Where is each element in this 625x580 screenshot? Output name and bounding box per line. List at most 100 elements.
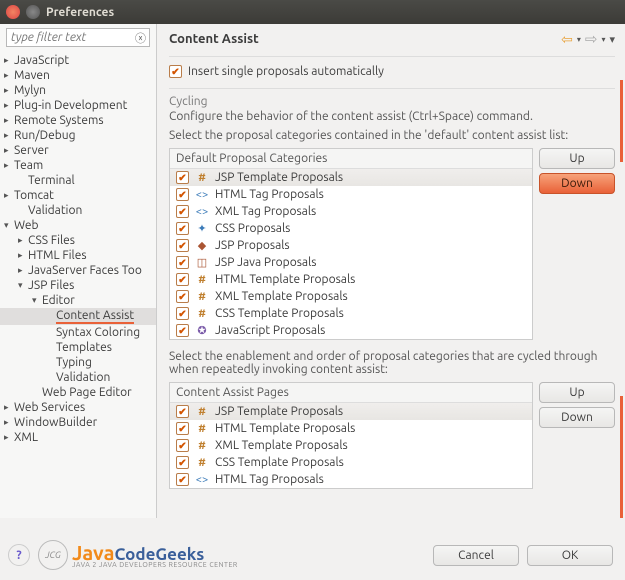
tree-item[interactable]: ▸CSS Files [0,233,156,248]
tree-item[interactable]: ▾Editor [0,293,156,308]
expand-icon[interactable]: ▾ [4,220,14,231]
filter-container: ⓧ [6,28,150,47]
tree-item[interactable]: Validation [0,203,156,218]
expand-icon[interactable]: ▸ [4,402,14,413]
filter-clear-icon[interactable]: ⓧ [135,30,146,46]
insert-auto-row[interactable]: ✔ Insert single proposals automatically [169,65,615,78]
checkbox-checked-icon[interactable]: ✔ [176,256,189,269]
expand-icon[interactable]: ▾ [32,295,42,306]
window-close-button[interactable] [6,5,20,19]
tree-item[interactable]: ▸XML [0,430,156,445]
checkbox-checked-icon[interactable]: ✔ [176,273,189,286]
proposal-row[interactable]: ✔#XML Template Proposals [170,288,532,305]
nav-back-menu-icon[interactable]: ▾ [577,35,581,44]
expand-icon[interactable]: ▸ [4,160,14,171]
checkbox-checked-icon[interactable]: ✔ [176,307,189,320]
tree-item[interactable]: Templates [0,340,156,355]
proposal-row[interactable]: ✔#JSP Template Proposals [170,169,532,186]
tree-item[interactable]: Content Assist [0,308,156,325]
ok-button[interactable]: OK [527,545,613,566]
tree-item[interactable]: ▸WindowBuilder [0,415,156,430]
filter-input[interactable] [6,28,150,47]
proposal-label: CSS Template Proposals [215,307,344,320]
checkbox-checked-icon[interactable]: ✔ [176,324,189,337]
proposal-row[interactable]: ✔✪JavaScript Proposals [170,322,532,339]
expand-icon[interactable]: ▸ [4,432,14,443]
proposal-row[interactable]: ✔#CSS Template Proposals [170,305,532,322]
proposal-row[interactable]: ✔◫JSP Java Proposals [170,254,532,271]
checkbox-checked-icon[interactable]: ✔ [176,439,189,452]
tree-item[interactable]: ▸JavaServer Faces Too [0,263,156,278]
tree-item[interactable]: Typing [0,355,156,370]
checkbox-checked-icon[interactable]: ✔ [176,456,189,469]
expand-icon[interactable]: ▸ [4,115,14,126]
checkbox-checked-icon[interactable]: ✔ [176,222,189,235]
expand-icon[interactable]: ▸ [4,130,14,141]
proposal-row[interactable]: ✔◆JSP Proposals [170,237,532,254]
tree-item[interactable]: Validation [0,370,156,385]
tree-item[interactable]: ▸Web Services [0,400,156,415]
proposal-row[interactable]: ✔#CSS Template Proposals [170,454,532,471]
tree-item[interactable]: ▸Plug-in Development [0,98,156,113]
checkbox-checked-icon[interactable]: ✔ [176,473,189,486]
default-down-button[interactable]: Down [539,173,615,194]
expand-icon[interactable]: ▸ [18,265,28,276]
nav-forward-icon[interactable]: ⇨ [585,30,598,48]
checkbox-checked-icon[interactable]: ✔ [176,205,189,218]
window-minimize-button[interactable] [26,5,40,19]
expand-icon[interactable]: ▸ [4,100,14,111]
tree-item[interactable]: ▸Run/Debug [0,128,156,143]
tree-item-label: CSS Files [28,234,75,247]
nav-back-icon[interactable]: ⇦ [561,31,573,48]
default-up-button[interactable]: Up [539,148,615,169]
proposal-row[interactable]: ✔#HTML Template Proposals [170,271,532,288]
proposal-row[interactable]: ✔✦CSS Proposals [170,220,532,237]
checkbox-checked-icon[interactable]: ✔ [176,405,189,418]
expand-icon[interactable]: ▸ [4,70,14,81]
tree-item[interactable]: ▸Maven [0,68,156,83]
proposal-label: CSS Proposals [215,222,290,235]
proposal-row[interactable]: ✔#XML Template Proposals [170,437,532,454]
nav-forward-menu-icon[interactable]: ▾ [601,35,605,44]
pages-table[interactable]: Content Assist Pages ✔#JSP Template Prop… [169,382,533,489]
tree-item[interactable]: Syntax Coloring [0,325,156,340]
tree-item[interactable]: ▸Team [0,158,156,173]
tree-item[interactable]: ▾JSP Files [0,278,156,293]
default-proposals-table[interactable]: Default Proposal Categories ✔#JSP Templa… [169,148,533,340]
checkbox-checked-icon[interactable]: ✔ [176,188,189,201]
proposal-row[interactable]: ✔#HTML Template Proposals [170,420,532,437]
view-menu-icon[interactable]: ▾ [609,33,615,46]
proposal-row[interactable]: ✔<>HTML Tag Proposals [170,186,532,203]
expand-icon[interactable]: ▸ [18,235,28,246]
expand-icon[interactable]: ▸ [4,145,14,156]
cancel-button[interactable]: Cancel [433,545,519,566]
tree-item[interactable]: ▸Remote Systems [0,113,156,128]
tree-item[interactable]: ▸Mylyn [0,83,156,98]
tree-item[interactable]: Web Page Editor [0,385,156,400]
checkbox-checked-icon[interactable]: ✔ [176,422,189,435]
logo-tagline: JAVA 2 JAVA DEVELOPERS RESOURCE CENTER [72,561,238,569]
pages-down-button[interactable]: Down [539,407,615,428]
checkbox-checked-icon[interactable]: ✔ [176,239,189,252]
checkbox-checked-icon[interactable]: ✔ [176,171,189,184]
proposal-row[interactable]: ✔#JSP Template Proposals [170,403,532,420]
expand-icon[interactable]: ▸ [4,417,14,428]
preference-tree[interactable]: ▸JavaScript▸Maven▸Mylyn▸Plug-in Developm… [0,51,156,518]
expand-icon[interactable]: ▸ [18,250,28,261]
pages-up-button[interactable]: Up [539,382,615,403]
checkbox-checked-icon[interactable]: ✔ [176,290,189,303]
proposal-row[interactable]: ✔<>HTML Tag Proposals [170,471,532,488]
tree-item[interactable]: ▸HTML Files [0,248,156,263]
checkbox-checked-icon[interactable]: ✔ [169,65,182,78]
help-button[interactable]: ? [8,544,30,566]
tree-item[interactable]: ▸Server [0,143,156,158]
expand-icon[interactable]: ▸ [4,85,14,96]
tree-item[interactable]: ▸Tomcat [0,188,156,203]
tree-item[interactable]: ▾Web [0,218,156,233]
expand-icon[interactable]: ▸ [4,55,14,66]
expand-icon[interactable]: ▸ [4,190,14,201]
tree-item[interactable]: Terminal [0,173,156,188]
expand-icon[interactable]: ▾ [18,280,28,291]
proposal-row[interactable]: ✔<>XML Tag Proposals [170,203,532,220]
tree-item[interactable]: ▸JavaScript [0,53,156,68]
